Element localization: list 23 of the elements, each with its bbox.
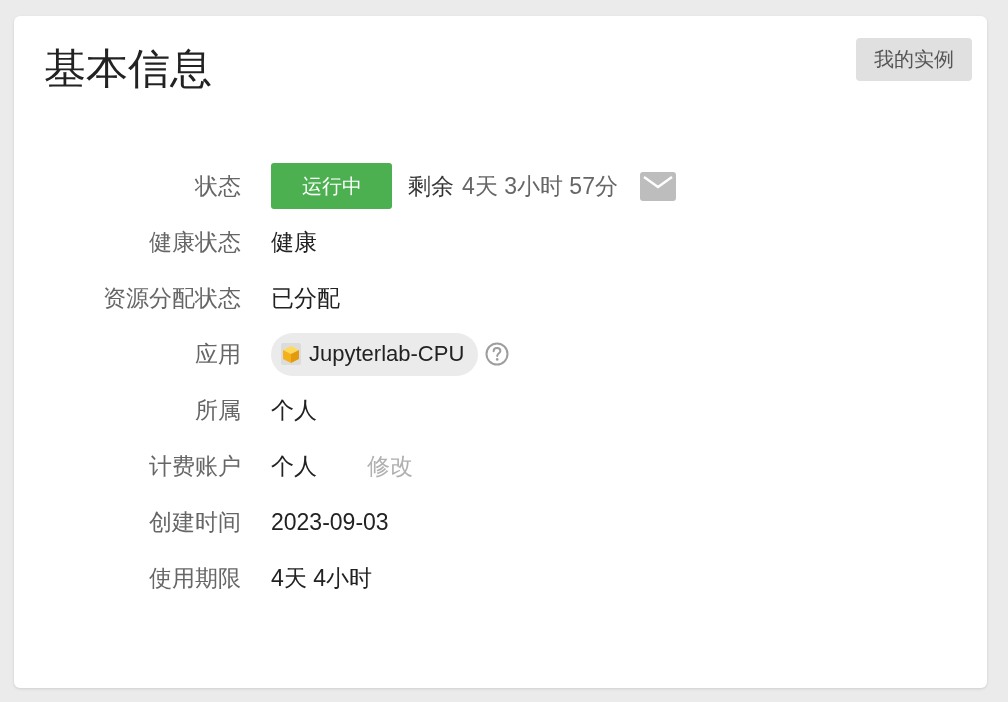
my-instances-button[interactable]: 我的实例	[856, 38, 972, 81]
field-value: 4天 4小时	[271, 563, 372, 593]
field-value: 健康	[271, 227, 317, 257]
field-label: 应用	[194, 339, 241, 369]
field-label: 状态	[194, 171, 241, 201]
field-value: 2023-09-03	[271, 508, 389, 536]
status-badge: 运行中	[271, 163, 392, 209]
mail-icon[interactable]	[639, 171, 676, 201]
field-label: 创建时间	[148, 507, 241, 537]
field-label: 计费账户	[148, 451, 241, 481]
remaining-label: 剩余	[408, 171, 454, 201]
remaining-time: 4天 3小时 57分	[462, 171, 618, 201]
field-value: 个人	[271, 395, 317, 425]
page-title: 基本信息	[44, 44, 212, 94]
field-label: 所属	[194, 395, 241, 425]
app-chip[interactable]: Jupyterlab-CPU	[271, 332, 479, 376]
field-value: 已分配	[271, 283, 340, 313]
field-label: 使用期限	[148, 563, 241, 593]
field-label: 健康状态	[148, 227, 241, 257]
cube-icon	[281, 343, 301, 365]
field-label: 资源分配状态	[102, 283, 241, 313]
help-icon[interactable]	[485, 342, 510, 366]
field-value: 个人	[271, 451, 317, 481]
